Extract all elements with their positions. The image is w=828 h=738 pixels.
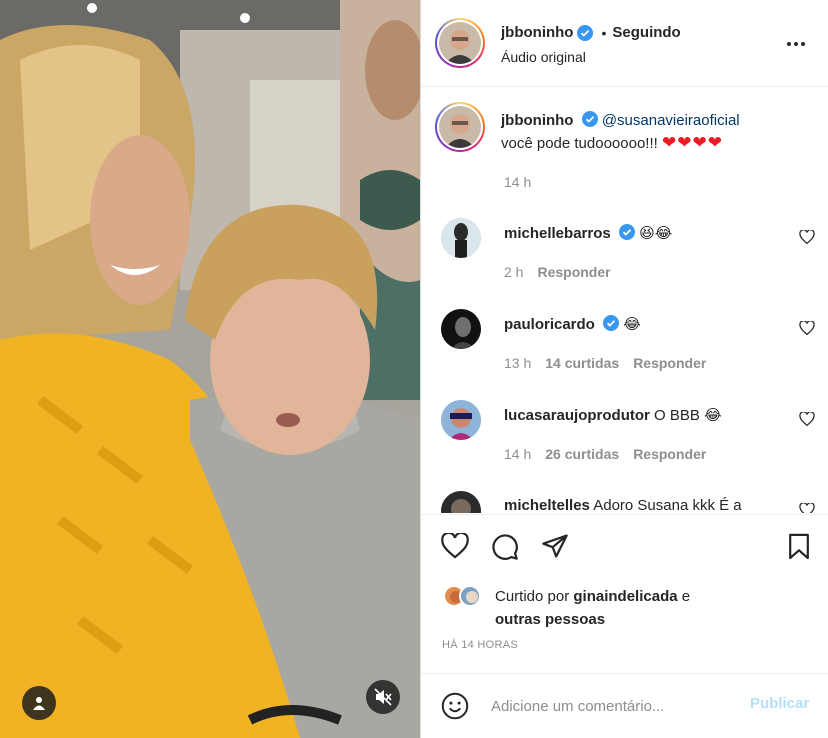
post-media[interactable] <box>0 0 421 738</box>
comment-text: O BBB <box>654 407 700 424</box>
verified-icon <box>581 111 598 127</box>
comment-avatar[interactable] <box>441 218 481 258</box>
separator-dot: • <box>601 24 607 41</box>
more-icon[interactable] <box>787 42 805 46</box>
caption: jbboninho @susanavieiraoficial você pode… <box>501 109 811 155</box>
comment-time: 2 h <box>504 264 524 280</box>
reply-button[interactable]: Responder <box>633 446 706 462</box>
follow-button[interactable]: Seguindo <box>612 24 680 41</box>
verified-icon <box>618 224 635 240</box>
mute-icon <box>374 688 392 706</box>
audio-link[interactable]: Áudio original <box>501 49 586 65</box>
bookmark-icon[interactable] <box>788 533 810 561</box>
user-tag-button[interactable] <box>22 686 56 720</box>
caption-mention[interactable]: @susanavieiraoficial <box>602 112 740 129</box>
comment-time: 13 h <box>504 355 532 371</box>
caption-username[interactable]: jbboninho <box>501 112 573 129</box>
comment-avatar[interactable] <box>441 400 481 440</box>
comment-item: michellebarros 😆😂 2 h Responder <box>421 218 828 308</box>
liked-by-text: Curtido por ginaindelicada e outras pess… <box>495 585 815 631</box>
comments-list[interactable]: jbboninho @susanavieiraoficial você pode… <box>421 88 828 513</box>
comment-like-icon[interactable] <box>799 321 815 335</box>
liked-by-conj: e <box>681 588 691 605</box>
comment-avatar[interactable] <box>441 491 481 513</box>
comment-item: micheltelles Adoro Susana kkk É a <box>421 491 828 513</box>
comment-composer: Publicar <box>421 673 828 738</box>
comment-text: 😆😂 <box>639 224 673 242</box>
emoji-icon[interactable] <box>441 692 469 720</box>
caption-time: 14 h <box>504 174 532 190</box>
reply-button[interactable]: Responder <box>537 264 610 280</box>
comment-input[interactable] <box>491 694 731 718</box>
post-photo <box>0 0 420 738</box>
comment-username[interactable]: lucasaraujoprodutor <box>504 407 650 424</box>
post-actions: Curtido por ginaindelicada e outras pess… <box>421 514 828 674</box>
verified-icon <box>577 24 594 41</box>
share-icon[interactable] <box>541 533 569 559</box>
comment-like-icon[interactable] <box>799 503 815 513</box>
comment-likes[interactable]: 14 curtidas <box>545 355 619 371</box>
post-timestamp[interactable]: HÁ 14 HORAS <box>442 639 518 651</box>
comment-icon[interactable] <box>491 533 519 561</box>
liked-by-avatars[interactable] <box>443 585 481 607</box>
caption-avatar[interactable] <box>435 102 485 152</box>
liked-by-user[interactable]: ginaindelicada <box>573 588 677 605</box>
comment-username[interactable]: pauloricardo <box>504 316 595 333</box>
comment-username[interactable]: micheltelles <box>504 497 590 513</box>
post-header: jbboninho • Seguindo Áudio original <box>421 0 828 87</box>
caption-text: você pode tudoooooo!!! <box>501 135 658 152</box>
comment-time: 14 h <box>504 446 532 462</box>
comment-item: pauloricardo 😂 13 h 14 curtidas Responde… <box>421 309 828 399</box>
caption-hearts: ❤❤❤❤ <box>661 133 723 153</box>
verified-icon <box>603 315 620 331</box>
post-comment-button[interactable]: Publicar <box>750 695 809 712</box>
user-tag-icon <box>33 697 45 710</box>
author-username[interactable]: jbboninho <box>501 24 573 41</box>
liked-by-others[interactable]: outras pessoas <box>495 611 605 628</box>
author-avatar[interactable] <box>435 18 485 68</box>
comment-username[interactable]: michellebarros <box>504 225 611 242</box>
comment-emoji: 😂 <box>704 406 722 424</box>
liked-by-prefix: Curtido por <box>495 588 570 605</box>
comment-like-icon[interactable] <box>799 230 815 244</box>
mute-button[interactable] <box>366 680 400 714</box>
comment-likes[interactable]: 26 curtidas <box>545 446 619 462</box>
reply-button[interactable]: Responder <box>633 355 706 371</box>
post-side-panel: jbboninho • Seguindo Áudio original jbbo… <box>421 0 828 738</box>
comment-text: 😂 <box>623 315 641 333</box>
comment-avatar[interactable] <box>441 309 481 349</box>
comment-like-icon[interactable] <box>799 412 815 426</box>
heart-icon[interactable] <box>441 533 469 559</box>
comment-text: Adoro Susana kkk É a <box>593 497 742 513</box>
comment-item: lucasaraujoprodutor O BBB 😂 14 h 26 curt… <box>421 400 828 490</box>
